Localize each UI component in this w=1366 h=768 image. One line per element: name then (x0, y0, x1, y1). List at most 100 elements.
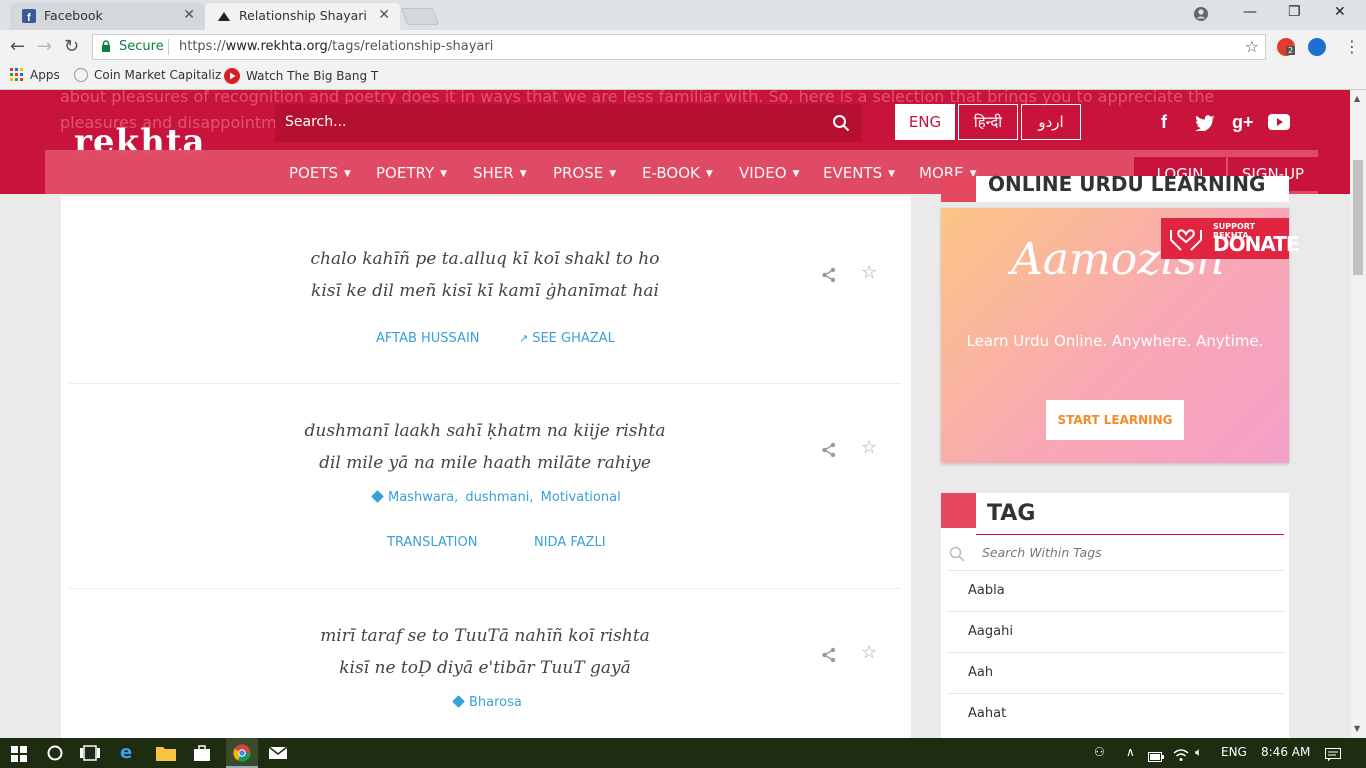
sher-item: chalo kahīñ pe ta.alluq kī koī shakl to … (69, 236, 901, 384)
tag-list-item[interactable]: Aah (947, 652, 1284, 693)
input-language[interactable]: ENG (1221, 745, 1247, 759)
bookmark-bigbang[interactable]: Watch The Big Bang T (224, 68, 378, 84)
apps-grid-icon (10, 68, 23, 81)
chrome-taskbar-button[interactable] (226, 738, 258, 768)
windows-taskbar: e ⚇ ∧ 🔈︎ ENG 8:46 AM (0, 738, 1366, 768)
tag-link[interactable]: Mashwara, (388, 490, 458, 505)
nav-ebook[interactable]: E-BOOK ▼ (642, 164, 713, 182)
browser-tab-strip: f Facebook ✕ Relationship Shayari | Re ✕… (0, 0, 1366, 30)
tag-list-item[interactable]: Aabla (947, 570, 1284, 611)
edge-icon[interactable]: e (120, 742, 132, 763)
poet-link[interactable]: AFTAB HUSSAIN (376, 331, 480, 346)
action-center-icon[interactable] (1325, 746, 1341, 764)
bookmark-label: Coin Market Capitaliz (94, 68, 222, 82)
couplet[interactable]: chalo kahīñ pe ta.alluq kī koī shakl to … (69, 243, 901, 307)
couplet[interactable]: dushmanī laakh sahī ḳhatm na kiije risht… (69, 415, 901, 479)
forward-arrow-icon[interactable]: → (37, 36, 52, 57)
external-link-icon: ↗ (519, 332, 529, 345)
tab-rekhta[interactable]: Relationship Shayari | Re ✕ (205, 3, 400, 30)
share-icon[interactable] (821, 267, 837, 283)
facebook-icon: f (22, 9, 36, 23)
couplet[interactable]: mirī taraf se to TuuTā nahīñ koī rishta … (69, 620, 901, 684)
tag-list-item[interactable]: Aagahi (947, 611, 1284, 652)
reload-icon[interactable]: ↻ (64, 36, 79, 57)
bookmark-star-icon[interactable]: ☆ (1245, 37, 1259, 56)
tag-link[interactable]: dushmani, (465, 490, 533, 505)
divider (168, 39, 169, 55)
nav-poetry[interactable]: POETRY ▼ (376, 164, 447, 182)
scroll-up-icon[interactable]: ▲ (1354, 94, 1360, 103)
poet-link[interactable]: NIDA FAZLI (534, 535, 606, 550)
windows-start-icon[interactable] (11, 745, 27, 763)
opera-extension-icon[interactable]: 2 (1277, 38, 1296, 56)
task-view-icon[interactable] (80, 744, 100, 762)
couplet-line: kisī ne toḌ diyā e'tibār TuuT gayā (339, 658, 631, 678)
tag-link[interactable]: Bharosa (469, 695, 522, 710)
tab-facebook[interactable]: f Facebook ✕ (10, 3, 205, 30)
heading-text: ONLINE URDU LEARNING (988, 172, 1266, 196)
youtube-icon[interactable] (1268, 114, 1290, 130)
search-placeholder: Search... (285, 114, 347, 130)
favorite-star-icon[interactable]: ☆ (861, 262, 877, 283)
sher-list: chalo kahīñ pe ta.alluq kī koī shakl to … (61, 196, 911, 738)
tag-icon (452, 695, 465, 708)
google-plus-icon[interactable]: g+ (1232, 112, 1254, 133)
scrollbar-thumb[interactable] (1353, 160, 1363, 275)
nav-events[interactable]: EVENTS ▼ (823, 164, 895, 182)
tab-close-icon[interactable]: ✕ (183, 7, 195, 23)
clock[interactable]: 8:46 AM (1261, 745, 1310, 759)
bookmarks-bar: Apps Coin Market Capitaliz Watch The Big… (0, 64, 1366, 90)
store-icon[interactable] (193, 744, 211, 762)
start-learning-button[interactable]: START LEARNING (1046, 400, 1184, 440)
heading-accent (941, 493, 976, 528)
mail-icon[interactable] (268, 744, 288, 762)
site-search-input[interactable]: Search... (275, 104, 862, 142)
scroll-down-icon[interactable]: ▼ (1354, 724, 1360, 733)
facebook-icon[interactable]: f (1161, 112, 1167, 133)
close-window-icon[interactable]: ✕ (1334, 4, 1346, 20)
menu-icon[interactable]: ⋮ (1344, 37, 1360, 56)
minimize-icon[interactable]: — (1243, 4, 1257, 20)
wifi-icon[interactable] (1173, 746, 1189, 764)
tag-icon (371, 490, 384, 503)
tray-chevron-icon[interactable]: ∧ (1126, 745, 1135, 759)
people-icon[interactable]: ⚇ (1094, 745, 1105, 759)
profile-icon[interactable] (1193, 6, 1209, 22)
sher-item: mirī taraf se to TuuTā nahīñ koī rishta … (69, 589, 901, 738)
translation-link[interactable]: TRANSLATION (387, 535, 477, 550)
favorite-star-icon[interactable]: ☆ (861, 437, 877, 458)
favorite-star-icon[interactable]: ☆ (861, 642, 877, 663)
url-text: https://www.rekhta.org/tags/relationship… (179, 39, 494, 54)
lang-urdu-button[interactable]: اردو (1021, 104, 1081, 140)
file-explorer-icon[interactable] (156, 744, 176, 762)
see-ghazal-link[interactable]: ↗ SEE GHAZAL (519, 331, 615, 346)
tag-list-item[interactable]: Aahat (947, 693, 1284, 734)
address-bar[interactable]: Secure https://www.rekhta.org/tags/relat… (92, 34, 1266, 60)
battery-icon[interactable] (1148, 748, 1164, 766)
back-arrow-icon[interactable]: ← (10, 36, 25, 57)
share-icon[interactable] (821, 442, 837, 458)
new-tab-button[interactable] (400, 8, 440, 25)
bookmark-apps[interactable]: Apps (10, 68, 60, 82)
ad-tagline: Learn Urdu Online. Anywhere. Anytime. (966, 332, 1264, 350)
page-scrollbar[interactable]: ▲ ▼ (1350, 90, 1366, 738)
share-icon[interactable] (821, 647, 837, 663)
extension-icon[interactable] (1308, 38, 1326, 56)
cortana-icon[interactable] (46, 744, 64, 762)
bookmark-coinmarketcap[interactable]: Coin Market Capitaliz (74, 68, 221, 82)
nav-prose[interactable]: PROSE ▼ (553, 164, 616, 182)
tag-search-input[interactable]: Search Within Tags (982, 545, 1102, 560)
twitter-icon[interactable] (1195, 115, 1215, 131)
donate-button[interactable]: SUPPORT REKHTA DONATE (1161, 218, 1300, 259)
lang-hindi-button[interactable]: हिन्दी (958, 104, 1018, 140)
restore-icon[interactable]: ❐ (1288, 4, 1301, 20)
tab-close-icon[interactable]: ✕ (378, 7, 390, 23)
nav-poets[interactable]: POETS ▼ (289, 164, 351, 182)
nav-sher[interactable]: SHER ▼ (473, 164, 527, 182)
lang-eng-button[interactable]: ENG (895, 104, 955, 140)
nav-video[interactable]: VIDEO ▼ (739, 164, 799, 182)
tag-link[interactable]: Motivational (541, 490, 621, 505)
bookmark-label: Apps (30, 68, 60, 82)
volume-icon[interactable]: 🔈︎ (1195, 745, 1202, 760)
search-icon[interactable] (832, 114, 850, 132)
